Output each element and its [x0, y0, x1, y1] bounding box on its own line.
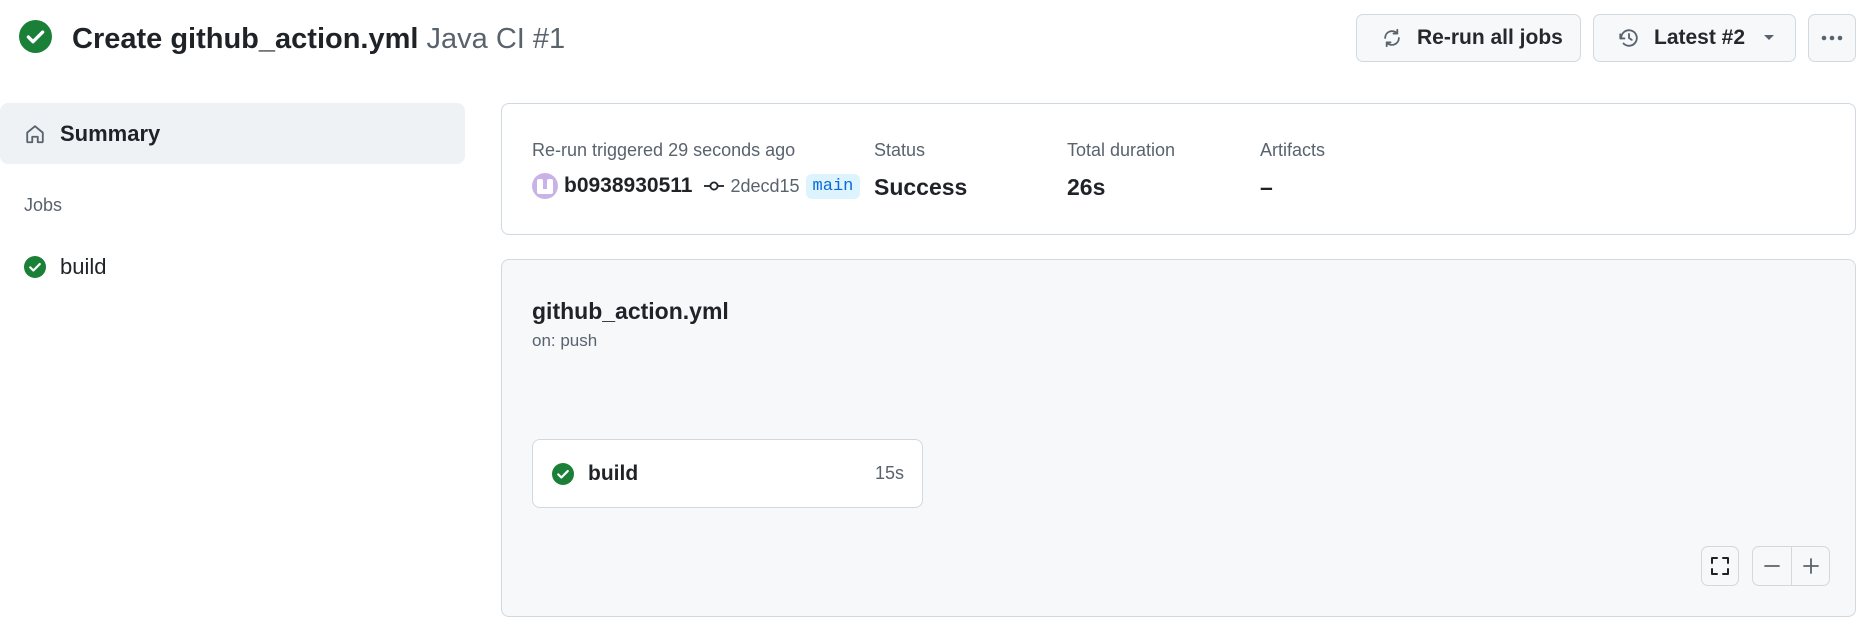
rerun-all-jobs-button[interactable]: Re-run all jobs [1356, 14, 1581, 62]
avatar[interactable] [532, 173, 558, 199]
job-node-build[interactable]: build 15s [532, 439, 923, 508]
history-icon [1619, 29, 1638, 47]
run-summary-card: Re-run triggered 29 seconds ago b0938930… [501, 103, 1856, 235]
duration-label: Total duration [1067, 140, 1176, 160]
branch-badge[interactable]: main [805, 173, 861, 199]
check-circle-fill-icon [19, 20, 52, 53]
zoom-in-button[interactable] [1791, 547, 1829, 585]
username-link[interactable]: b0938930511 [564, 174, 692, 198]
check-circle-fill-icon [24, 256, 46, 278]
trigger-text: Re-run triggered 29 seconds ago [532, 140, 796, 160]
latest-attempt-dropdown[interactable]: Latest #2 [1593, 14, 1796, 62]
run-header: Create github_action.yml Java CI #1 Re-r… [0, 0, 1861, 78]
sidebar-item-label: Summary [60, 120, 161, 146]
job-duration: 15s [874, 463, 904, 483]
sidebar-item-summary[interactable]: Summary [0, 103, 465, 164]
workflow-file-name: github_action.yml [532, 298, 729, 324]
fit-to-screen-button[interactable] [1701, 546, 1739, 586]
zoom-controls [1752, 546, 1830, 586]
jobs-heading: Jobs [24, 195, 63, 215]
plus-icon [1802, 558, 1819, 574]
page-title: Create github_action.yml Java CI #1 [72, 20, 565, 58]
job-name: build [588, 461, 639, 485]
status-label: Status [874, 140, 926, 160]
workflow-graph: github_action.yml on: push build 15s [501, 259, 1856, 617]
sidebar-item-build[interactable]: build [0, 243, 465, 291]
workflow-run-number: Java CI #1 [426, 23, 566, 55]
commit-sha-link[interactable]: 2decd15 [730, 176, 799, 197]
rerun-label: Re-run all jobs [1417, 26, 1563, 49]
run-title: Create github_action.yml [72, 23, 419, 55]
triangle-down-icon [1764, 35, 1775, 40]
screen-full-icon [1711, 557, 1729, 575]
duration-value: 26s [1067, 174, 1106, 200]
trigger-details: b0938930511 2decd15 main [532, 173, 861, 199]
latest-label: Latest #2 [1654, 26, 1746, 49]
more-options-button[interactable] [1808, 14, 1856, 62]
zoom-out-button[interactable] [1753, 547, 1791, 585]
workflow-trigger: on: push [532, 331, 598, 350]
check-circle-fill-icon [552, 462, 574, 485]
artifacts-value: – [1260, 174, 1273, 200]
git-commit-icon [704, 181, 725, 191]
sync-icon [1384, 28, 1400, 48]
sidebar-item-label: build [60, 254, 107, 279]
artifacts-label: Artifacts [1260, 140, 1326, 160]
status-value: Success [874, 174, 968, 200]
home-icon [26, 124, 44, 143]
kebab-horizontal-icon [1821, 35, 1843, 41]
dash-icon [1764, 565, 1780, 567]
